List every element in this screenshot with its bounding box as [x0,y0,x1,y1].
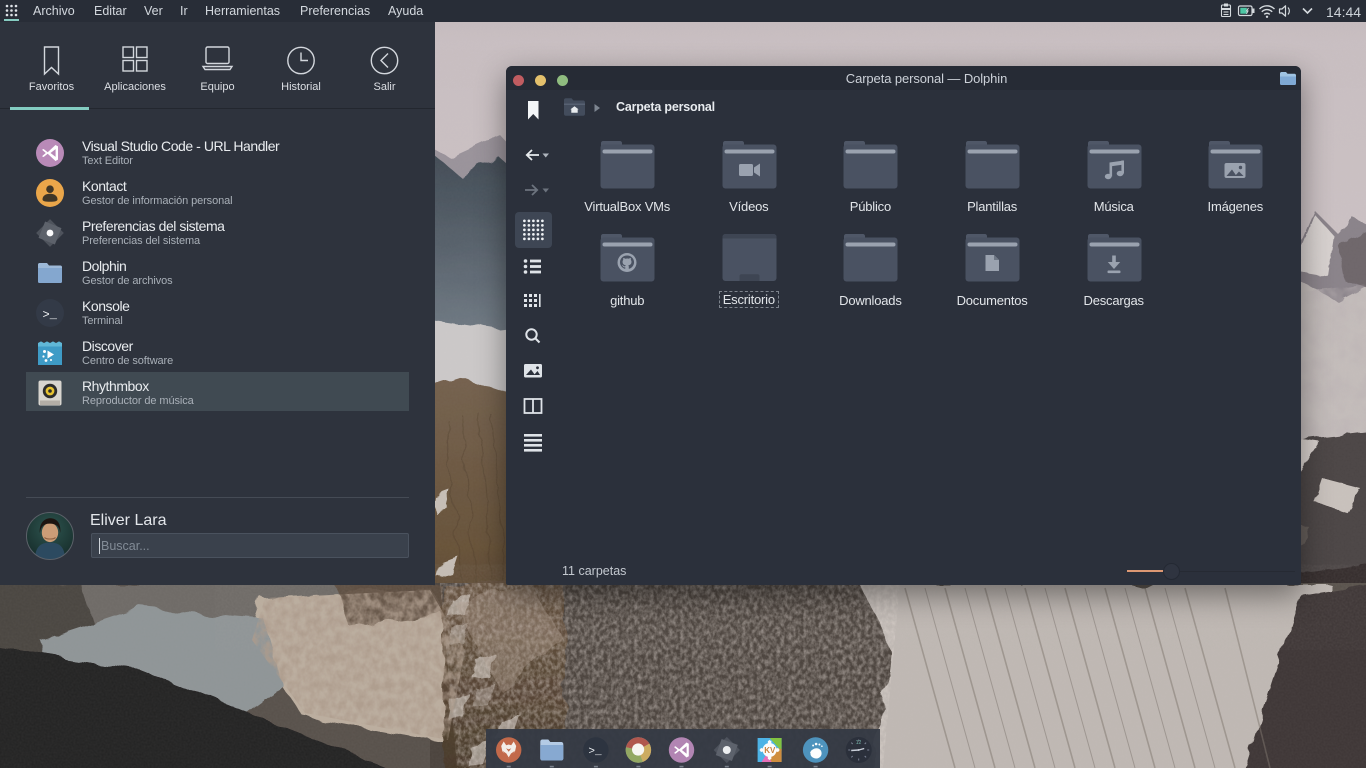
svg-text:12: 12 [856,740,862,746]
svg-text:>_: >_ [588,746,602,758]
svg-text:>_: >_ [43,308,58,322]
svg-text:KV: KV [764,746,776,755]
